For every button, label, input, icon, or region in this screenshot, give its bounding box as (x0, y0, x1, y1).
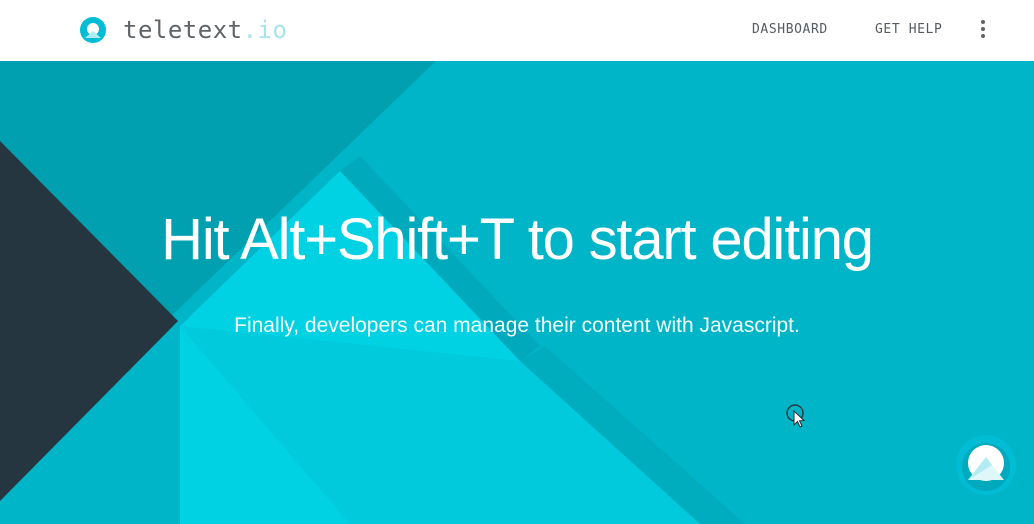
nav-dashboard-link[interactable]: DASHBOARD (752, 22, 828, 37)
brand-tld: .io (242, 16, 288, 44)
cursor-icon (786, 404, 806, 428)
teletext-mountain-icon[interactable] (956, 435, 1016, 495)
hero-section: Hit Alt+Shift+T to start editing Finally… (0, 61, 1034, 524)
brand-name: teletext (123, 16, 243, 44)
teletext-logo-icon (80, 17, 106, 43)
top-navbar: teletext .io DASHBOARD GET HELP (0, 0, 1034, 61)
hero-title: Hit Alt+Shift+T to start editing (161, 207, 874, 272)
nav-get-help-link[interactable]: GET HELP (875, 22, 942, 37)
brand[interactable]: teletext .io (79, 15, 287, 45)
hero-subtitle: Finally, developers can manage their con… (234, 314, 800, 337)
vertical-dots-icon[interactable] (974, 18, 992, 40)
hero-background (0, 61, 1034, 524)
